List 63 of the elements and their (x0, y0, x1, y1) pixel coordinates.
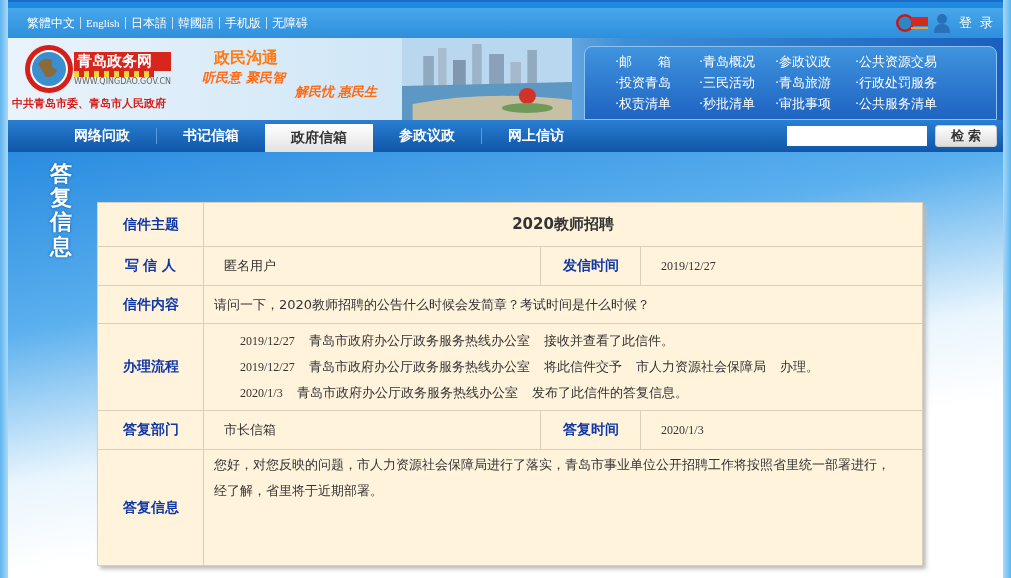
slogan: 听民意 聚民智 (202, 69, 285, 87)
language-link[interactable]: 日本語 (125, 14, 172, 32)
banner-link[interactable]: ·青岛旅游 (775, 72, 855, 93)
nav-tab[interactable]: 网络问政 (48, 120, 156, 152)
site-url: WWW.QINGDAO.GOV.CN (74, 77, 171, 86)
site-name: 青岛政务网 (74, 52, 171, 71)
banner-link[interactable]: ·青岛概况 (699, 51, 775, 72)
language-link[interactable]: English (81, 17, 125, 29)
process-text: 青岛市政府办公厅政务服务热线办公室 (308, 332, 530, 350)
search-button[interactable]: 检 索 (935, 125, 997, 147)
language-link[interactable]: 手机版 (219, 14, 266, 32)
organization-name: 中共青岛市委、青岛市人民政府 (12, 96, 167, 111)
slogan: 解民忧 惠民生 (294, 83, 378, 101)
letter-subject: 2020教师招聘 (511, 214, 615, 235)
process-text: 发布了此信件的答复信息。 (531, 384, 688, 402)
field-label: 信件主题 (98, 203, 204, 246)
field-label: 答复部门 (98, 411, 204, 449)
banner-link[interactable]: ·审批事项 (775, 93, 855, 114)
language-link[interactable]: 无障碍 (266, 14, 313, 32)
slogan-title: 政民沟通 (214, 48, 279, 69)
banner-link[interactable]: ·三民活动 (699, 72, 775, 93)
search-field[interactable] (787, 126, 927, 146)
banner-link[interactable]: ·行政处罚服务 (855, 72, 951, 93)
reply-department: 市长信箱 (223, 421, 277, 439)
writer-name: 匿名用户 (223, 257, 277, 275)
process-text: 青岛市政府办公厅政务服务热线办公室 (296, 384, 518, 402)
user-icon[interactable] (932, 13, 951, 33)
process-text: 接收并查看了此信件。 (543, 332, 674, 350)
language-link[interactable]: 韓國語 (172, 14, 219, 32)
nav-tab[interactable]: 书记信箱 (157, 120, 265, 152)
field-label: 写 信 人 (98, 247, 204, 285)
process-date: 2019/12/27 (240, 334, 295, 349)
banner-link[interactable]: ·公共资源交易 (855, 51, 951, 72)
process-text: 市人力资源社会保障局 (635, 358, 766, 376)
reply-date: 2020/1/3 (660, 421, 705, 439)
banner-link[interactable]: ·公共服务清单 (855, 93, 951, 114)
nav-tab[interactable]: 网上信访 (482, 120, 590, 152)
field-label: 发信时间 (540, 247, 641, 285)
globe-logo-icon (894, 12, 929, 34)
process-text: 青岛市政府办公厅政务服务热线办公室 (308, 358, 530, 376)
banner-link[interactable]: ·秒批清单 (699, 93, 775, 114)
nav-tab[interactable]: 政府信箱 (265, 124, 373, 152)
sent-date: 2019/12/27 (660, 257, 717, 275)
banner-link[interactable]: ·权责清单 (615, 93, 699, 114)
field-label: 答复信息 (98, 450, 204, 565)
stars-bar-icon (74, 71, 154, 77)
process-text: 办理。 (779, 358, 819, 376)
banner-link[interactable]: ·参政议政 (775, 51, 855, 72)
nav-tab[interactable]: 参政议政 (373, 120, 481, 152)
field-label: 办理流程 (98, 324, 204, 410)
process-date: 2020/1/3 (240, 386, 283, 401)
field-label: 答复时间 (540, 411, 641, 449)
reply-text: 您好，对您反映的问题，市人力资源社会保障局进行了落实，青岛市事业单位公开招聘工作将按照省里统一部署进行，经了解，省里将于近期部署。 (213, 456, 891, 500)
letter-content: 请问一下，2020教师招聘的公告什么时候会发简章？考试时间是什么时候？ (213, 295, 652, 314)
process-date: 2019/12/27 (240, 360, 295, 375)
banner-link[interactable]: ·邮 箱 (615, 51, 699, 72)
login-link[interactable]: 登 录 (958, 14, 995, 32)
language-link[interactable]: 繁體中文 (22, 14, 80, 32)
process-text: 将此信件交予 (543, 358, 622, 376)
section-title: 答复信息 (49, 162, 72, 259)
globe-icon (24, 44, 74, 94)
banner-link[interactable]: ·投资青岛 (615, 72, 699, 93)
field-label: 信件内容 (98, 286, 204, 323)
